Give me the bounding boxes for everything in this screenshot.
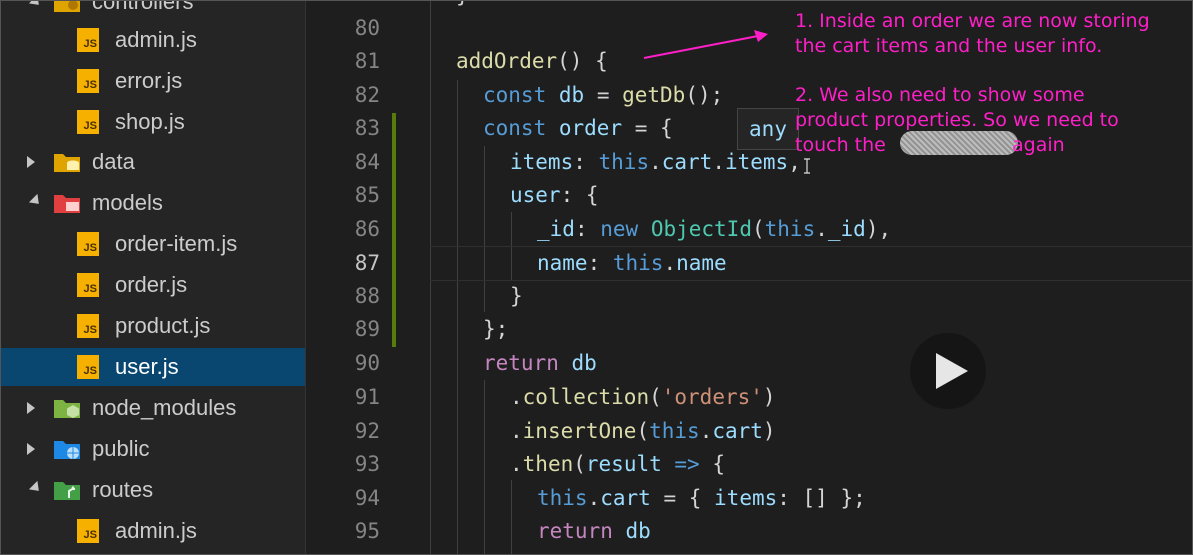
code-line-86: _id: new ObjectId(this._id),	[537, 217, 892, 241]
tree-file-admin-js[interactable]: JS admin.js	[0, 21, 305, 59]
chevron-down-icon[interactable]	[28, 480, 44, 496]
code-line-84: items: this.cart.items,	[510, 150, 801, 174]
tree-folder-data[interactable]: data	[0, 143, 305, 181]
play-icon[interactable]	[936, 353, 968, 389]
js-file-icon: JS	[77, 519, 99, 543]
chevron-down-icon[interactable]	[28, 0, 44, 10]
text-cursor-icon	[804, 158, 810, 174]
tree-item-label: data	[92, 149, 135, 174]
tree-item-label: user.js	[115, 354, 179, 379]
chevron-right-icon[interactable]	[27, 443, 35, 455]
js-file-icon: JS	[77, 69, 99, 93]
tree-file-user-js[interactable]: JS user.js	[0, 348, 305, 386]
code-line-85: user: {	[510, 183, 599, 207]
tree-file-shop-js[interactable]: JS shop.js	[0, 103, 305, 141]
line-number-active: 87	[354, 251, 380, 275]
code-line-89: };	[483, 317, 509, 341]
line-number: 95	[354, 519, 380, 543]
annotation-note-1-line-1: 1. Inside an order we are now storing	[795, 10, 1150, 32]
annotation-note-2-line-3-start: touch the	[795, 134, 886, 156]
tree-item-label: public	[92, 436, 150, 461]
annotation-arrow-icon	[643, 30, 768, 59]
tree-folder-controllers[interactable]: controllers	[0, 0, 305, 21]
scribble-redaction	[900, 131, 1018, 155]
code-line-88: }	[510, 284, 523, 308]
line-number: 83	[354, 116, 380, 140]
tree-file-order-item-js[interactable]: JS order-item.js	[0, 225, 305, 263]
tree-file-error-js[interactable]: JS error.js	[0, 62, 305, 100]
tree-folder-node-modules[interactable]: node_modules	[0, 389, 305, 427]
tree-file-order-js[interactable]: JS order.js	[0, 266, 305, 304]
globe-folder-icon	[54, 441, 80, 459]
line-number: 80	[354, 16, 380, 40]
tree-item-label: admin.js	[115, 518, 197, 543]
chevron-right-icon[interactable]	[27, 156, 35, 168]
indent-guide	[511, 480, 512, 555]
js-file-icon: JS	[77, 28, 99, 52]
tree-item-label: order-item.js	[115, 231, 238, 256]
line-number: 88	[354, 284, 380, 308]
indent-guide	[484, 146, 485, 312]
code-line-95: return db	[537, 519, 651, 543]
code-line-91: .collection('orders')	[510, 385, 776, 409]
tree-item-label: routes	[92, 477, 154, 502]
git-modified-indicator	[392, 113, 396, 347]
tree-item-label: order.js	[115, 272, 188, 297]
js-file-icon: JS	[77, 273, 99, 297]
code-line-81: addOrder() {	[456, 49, 608, 73]
line-number: 92	[354, 419, 380, 443]
annotation-note-2-line-3-end: again	[1012, 134, 1065, 156]
code-line-92: .insertOne(this.cart)	[510, 419, 776, 443]
tree-item-label: controllers	[92, 0, 194, 14]
annotation-note-1-line-2: the cart items and the user info.	[795, 35, 1103, 57]
indent-guide	[484, 380, 485, 555]
tree-item-label: product.js	[115, 313, 211, 338]
line-number: 85	[354, 183, 380, 207]
line-number: 81	[354, 49, 380, 73]
tree-folder-models[interactable]: models	[0, 184, 305, 222]
tree-item-label: admin.js	[115, 27, 197, 52]
code-line-87: name: this.name	[537, 251, 727, 275]
code-line-93: .then(result => {	[510, 452, 725, 476]
tree-item-label: error.js	[115, 68, 183, 93]
explorer-sidebar: controllers JS admin.js JS error.js JS s…	[0, 0, 306, 555]
js-file-icon: JS	[77, 232, 99, 256]
line-number: 84	[354, 150, 380, 174]
annotation-note-2-line-2: product properties. So we need to	[795, 109, 1119, 131]
line-number: 86	[354, 217, 380, 241]
js-file-icon: JS	[77, 314, 99, 338]
routes-folder-icon	[54, 482, 80, 500]
tree-item-label: node_modules	[92, 395, 237, 420]
chevron-right-icon[interactable]	[27, 402, 35, 414]
line-number: 91	[354, 385, 380, 409]
line-number: 94	[354, 486, 380, 510]
gear-folder-icon	[54, 0, 80, 12]
code-line-79: }	[456, 0, 469, 12]
line-number: 93	[354, 452, 380, 476]
tree-file-product-js[interactable]: JS product.js	[0, 307, 305, 345]
models-folder-icon	[54, 195, 80, 213]
js-file-icon: JS	[77, 110, 99, 134]
tree-item-label: models	[92, 190, 163, 215]
chevron-down-icon[interactable]	[28, 193, 44, 209]
line-number: 90	[354, 351, 380, 375]
code-line-94: this.cart = { items: [] };	[537, 486, 866, 510]
line-number: 82	[354, 83, 380, 107]
js-file-icon: JS	[77, 355, 99, 379]
node-folder-icon	[54, 400, 80, 418]
line-number: 89	[354, 317, 380, 341]
tree-folder-public[interactable]: public	[0, 430, 305, 468]
tree-item-label: shop.js	[115, 109, 185, 134]
tree-folder-routes[interactable]: routes	[0, 471, 305, 509]
indent-guide	[457, 80, 458, 555]
type-hover-tooltip: any	[737, 108, 799, 150]
code-line-90: return db	[483, 351, 597, 375]
annotation-note-2-line-1: 2. We also need to show some	[795, 84, 1085, 106]
database-folder-icon	[54, 154, 80, 172]
tree-file-admin-js[interactable]: JS admin.js	[0, 512, 305, 550]
code-line-83: const order = {	[483, 116, 673, 140]
code-line-82: const db = getDb();	[483, 83, 724, 107]
